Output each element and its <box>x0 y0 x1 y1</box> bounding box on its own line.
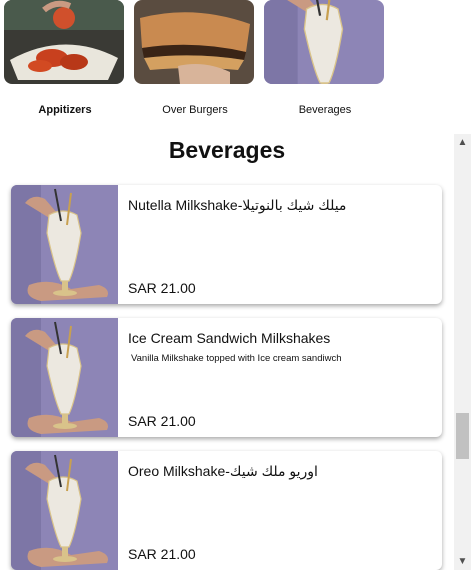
category-over-burgers[interactable]: Over Burgers <box>134 0 256 116</box>
category-appetizers-image <box>4 0 124 84</box>
menu-item-card[interactable]: Nutella Milkshake-ميلك شيك بالنوتيلا SAR… <box>11 185 442 304</box>
scroll-down-arrow-icon[interactable]: ▼ <box>454 553 471 570</box>
menu-item-image <box>11 451 118 570</box>
menu-item-name: Oreo Milkshake-اوريو ملك شيك <box>128 463 318 479</box>
category-over-burgers-image <box>134 0 254 84</box>
scrollbar-thumb[interactable] <box>456 413 469 459</box>
menu-item-name: Nutella Milkshake-ميلك شيك بالنوتيلا <box>128 197 347 213</box>
section-title: Beverages <box>168 137 286 163</box>
category-appetizers-label: Appitizers <box>38 104 92 116</box>
menu-item-image <box>11 185 118 304</box>
category-over-burgers-label: Over Burgers <box>162 104 228 116</box>
menu-item-image <box>11 318 118 437</box>
menu-item-card[interactable]: Ice Cream Sandwich Milkshakes Vanilla Mi… <box>11 318 442 437</box>
menu-item-description: Vanilla Milkshake topped with Ice cream … <box>131 353 342 364</box>
category-bar: Appitizers Over Burgers Beverages <box>0 0 454 130</box>
menu-item-name: Ice Cream Sandwich Milkshakes <box>128 330 331 346</box>
menu-item-price: SAR 21.00 <box>128 546 196 562</box>
category-beverages[interactable]: Beverages <box>264 0 386 116</box>
category-beverages-image <box>264 0 384 84</box>
scroll-up-arrow-icon[interactable]: ▲ <box>454 134 471 151</box>
menu-item-card[interactable]: Oreo Milkshake-اوريو ملك شيك SAR 21.00 <box>11 451 442 570</box>
menu-item-price: SAR 21.00 <box>128 280 196 296</box>
category-beverages-label: Beverages <box>298 104 352 116</box>
menu-item-price: SAR 21.00 <box>128 413 196 429</box>
vertical-scrollbar[interactable]: ▲ ▼ <box>454 134 471 570</box>
category-appetizers[interactable]: Appitizers <box>4 0 126 116</box>
